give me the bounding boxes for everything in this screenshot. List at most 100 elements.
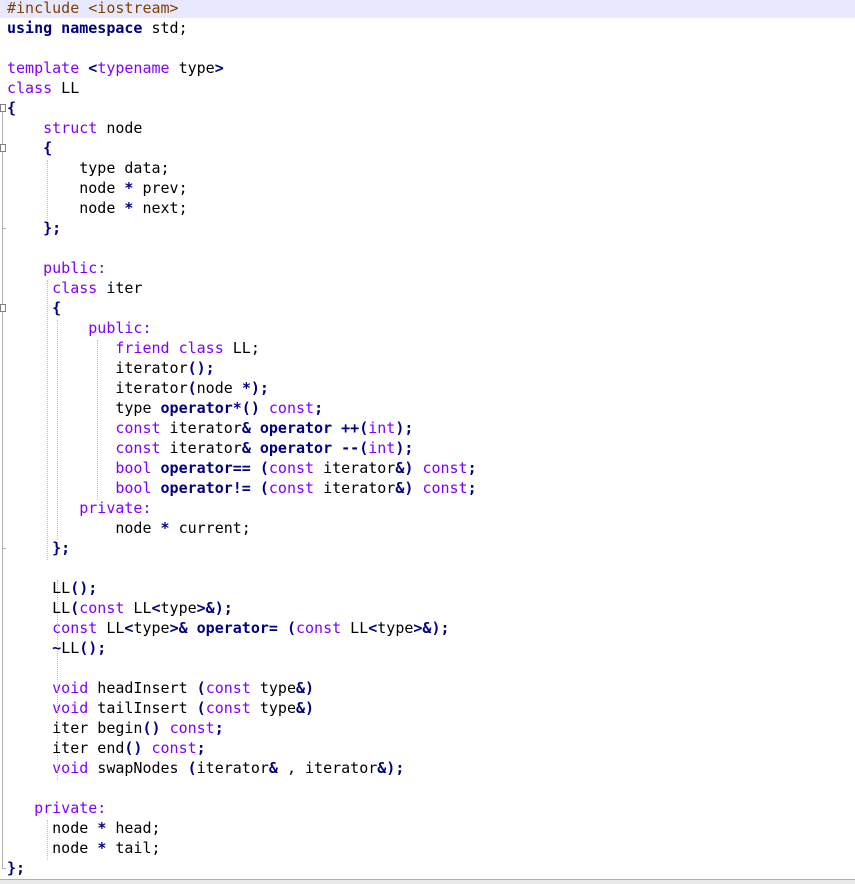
code-token: const [268,479,315,497]
code-line-text: iter end() const; [7,738,206,758]
code-line[interactable]: class LL [0,78,855,98]
code-token: { [52,299,62,317]
indent-guide [47,160,48,220]
code-token: const [151,739,197,757]
code-line[interactable] [0,238,855,258]
code-line[interactable]: ~LL(); [0,638,855,658]
code-line[interactable]: const LL<type>& operator= (const LL<type… [0,618,855,638]
code-line-text: iter begin() const; [7,718,224,738]
code-line[interactable]: bool operator!= (const iterator&) const; [0,478,855,498]
code-token: iter [97,279,143,297]
code-line[interactable] [0,658,855,678]
code-line[interactable]: struct node [0,118,855,138]
code-line-text: void headInsert (const type&) [7,678,314,698]
code-token: iterator [314,479,396,497]
code-line[interactable]: { [0,98,855,118]
code-token: type [250,699,296,717]
code-token: std; [142,19,188,37]
code-line[interactable] [0,778,855,798]
code-line[interactable]: #include <iostream> [0,0,855,18]
code-line-text: }; [7,538,70,558]
code-token: * [97,819,107,837]
code-token: ; [214,719,224,737]
code-line[interactable]: }; [0,538,855,558]
code-line[interactable]: }; [0,218,855,238]
code-line[interactable]: void swapNodes (iterator& , iterator&); [0,758,855,778]
code-token: const [296,619,342,637]
code-line-text: public: [7,258,106,278]
code-token: const [422,459,468,477]
code-token: ( [187,759,197,777]
code-token: using namespace [7,19,143,37]
code-line-text: { [7,98,16,118]
code-token: const [115,439,161,457]
code-token: (); [70,579,98,597]
code-line[interactable]: node * current; [0,518,855,538]
code-line[interactable]: public: [0,318,855,338]
code-line-text: iterator(); [7,358,214,378]
code-token: ; [467,479,477,497]
code-line[interactable]: private: [0,798,855,818]
indent-guide [47,280,48,560]
code-token: LL [7,599,71,617]
code-token: ); [395,419,414,437]
code-line[interactable]: public: [0,258,855,278]
code-line[interactable]: iter end() const; [0,738,855,758]
code-line[interactable]: class iter [0,278,855,298]
code-line[interactable]: template <typename type> [0,58,855,78]
code-line-text: const iterator& operator ++(int); [7,418,413,438]
code-token: () [142,719,161,737]
code-token: ( [70,599,80,617]
code-line[interactable]: node * prev; [0,178,855,198]
code-line[interactable]: { [0,298,855,318]
code-line[interactable]: }; [0,858,855,878]
code-token: () [124,739,143,757]
code-line[interactable]: friend class LL; [0,338,855,358]
code-token: const [205,679,251,697]
code-line-text: #include <iostream> [7,0,179,18]
code-line-text: node * tail; [7,838,160,858]
code-line[interactable]: { [0,138,855,158]
code-line[interactable]: using namespace std; [0,18,855,38]
code-line[interactable]: node * next; [0,198,855,218]
code-line[interactable]: type data; [0,158,855,178]
code-line[interactable]: node * tail; [0,838,855,858]
code-line[interactable]: void tailInsert (const type&) [0,698,855,718]
code-line-text: LL(); [7,578,97,598]
code-token: #include <iostream> [7,0,179,17]
code-token: * [97,839,107,857]
code-token: prev; [133,179,188,197]
code-line[interactable]: bool operator== (const iterator&) const; [0,458,855,478]
code-line[interactable] [0,38,855,58]
code-line[interactable]: const iterator& operator ++(int); [0,418,855,438]
code-token: >& operator= [169,619,278,637]
code-token: node [97,119,143,137]
code-line[interactable] [0,558,855,578]
code-token: swapNodes [88,759,188,777]
code-line-text: type operator*() const; [7,398,323,418]
code-line[interactable]: LL(const LL<type>&); [0,598,855,618]
code-line[interactable]: void headInsert (const type&) [0,678,855,698]
code-token: ( [286,619,296,637]
code-line[interactable]: LL(); [0,578,855,598]
code-line[interactable]: iterator(node *); [0,378,855,398]
code-token: LL; [223,339,260,357]
code-line[interactable]: iter begin() const; [0,718,855,738]
code-editor[interactable]: #include <iostream> using namespace std; t… [0,0,855,879]
code-token: &) [395,459,414,477]
code-token: private: [34,799,107,817]
code-line[interactable]: type operator*() const; [0,398,855,418]
code-token: }; [43,219,62,237]
code-token: node [7,819,98,837]
code-line[interactable]: const iterator& operator --(int); [0,438,855,458]
code-line[interactable]: private: [0,498,855,518]
code-token: &) [296,679,315,697]
code-line-text: class iter [7,278,142,298]
code-token: template [7,59,80,77]
code-line[interactable]: iterator(); [0,358,855,378]
code-line[interactable]: node * head; [0,818,855,838]
